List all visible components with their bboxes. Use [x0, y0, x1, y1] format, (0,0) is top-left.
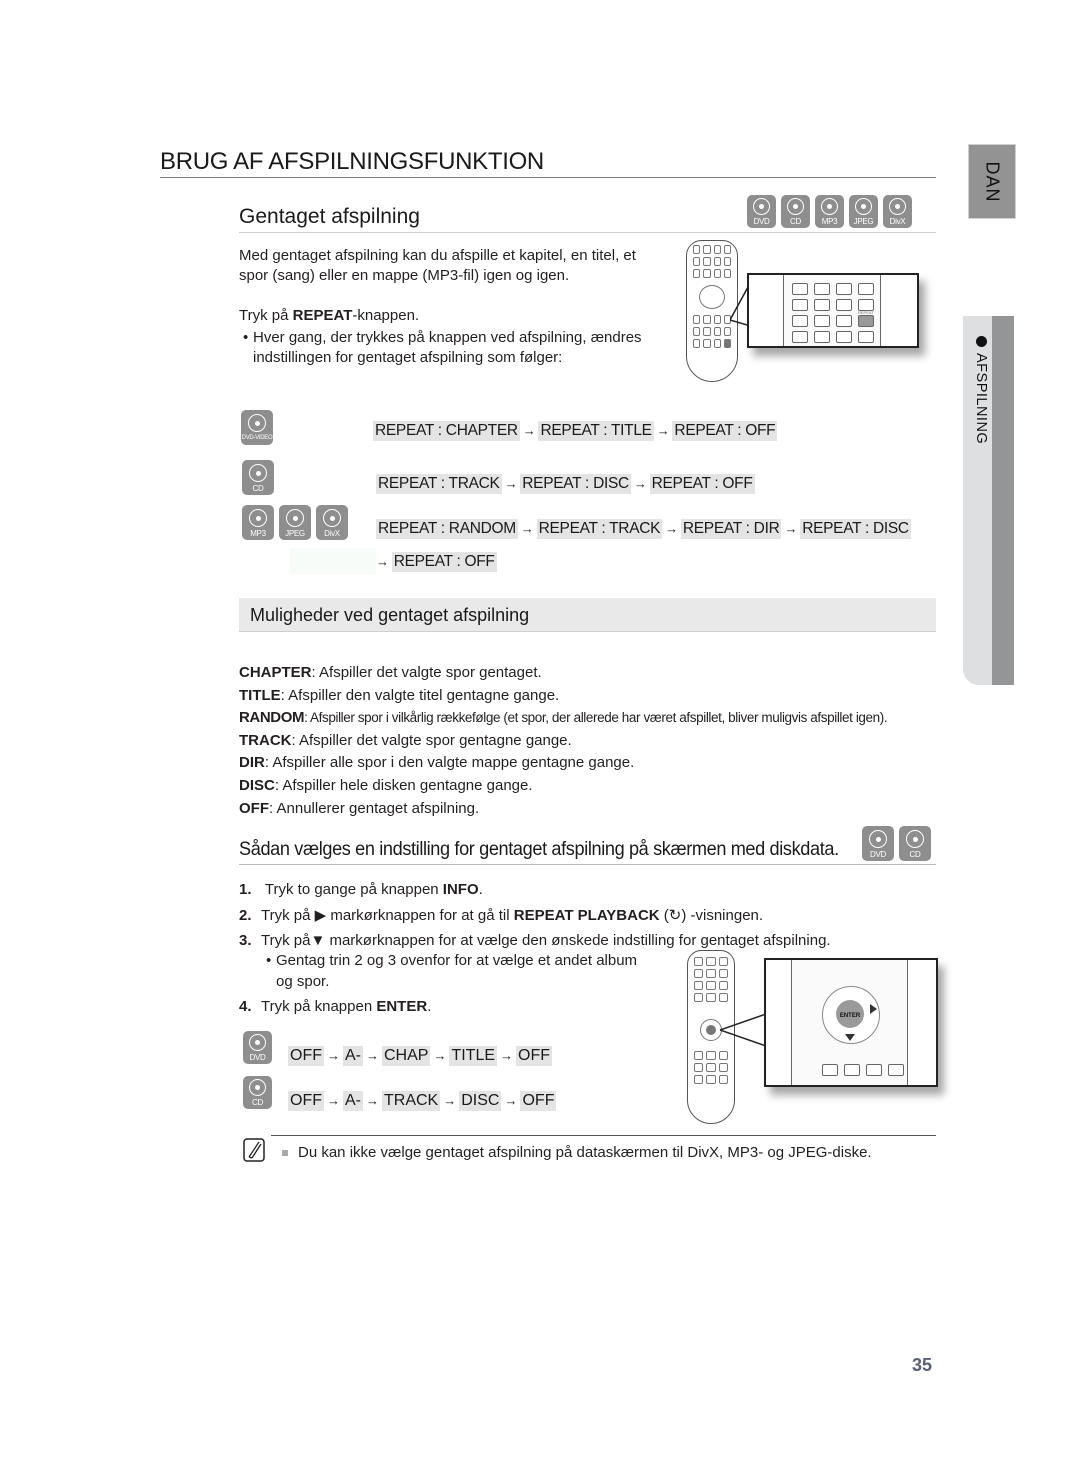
dvd-video-disc-icon: DVD-VIDEO	[241, 410, 273, 445]
definition-item: OFF: Annullerer gentaget afspilning.	[239, 799, 480, 817]
bullet-item: • Hver gang, der trykkes på knappen ved a…	[243, 329, 642, 366]
display-flow-cd: OFF → A- → TRACK → DISC → OFF	[288, 1091, 557, 1111]
callout-line	[720, 1013, 766, 1047]
definition-item: RANDOM: Afspiller spor i vilkårlig række…	[239, 709, 888, 727]
repeat-flow-mp3: REPEAT : RANDOM → REPEAT : TRACK → REPEAT : …	[376, 519, 911, 539]
remote-zoom-inset: REPEAT	[747, 273, 919, 348]
bullet-dot-icon	[975, 336, 987, 347]
remote-zoom-inset: ENTER	[764, 958, 938, 1087]
definition-item: DISC: Afspiller hele disken gentagne gan…	[239, 776, 533, 794]
repeat-flow-dvd: REPEAT : CHAPTER → REPEAT : TITLE → REPEAT :…	[373, 421, 778, 441]
section-tab-label: AFSPILNING	[973, 353, 989, 445]
note-pencil-icon	[243, 1138, 265, 1162]
divx-disc-icon: DivX	[883, 195, 912, 228]
cd-disc-icon: CD	[899, 826, 931, 861]
section-divider	[239, 232, 936, 233]
jpeg-disc-icon: JPEG	[849, 195, 878, 228]
enter-button: ENTER	[836, 1000, 864, 1028]
section-heading-options: Muligheder ved gentaget afspilning	[239, 598, 936, 632]
language-tab-label: DAN	[982, 160, 1003, 203]
repeat-button-highlight	[858, 315, 874, 327]
mp3-disc-icon: MP3	[815, 195, 844, 228]
language-tab: DAN	[968, 144, 1016, 219]
note-divider	[271, 1135, 936, 1136]
repeat-flow-cd: REPEAT : TRACK → REPEAT : DISC → REPEAT : OF…	[376, 474, 755, 494]
dvd-disc-icon: DVD	[747, 195, 776, 228]
definition-item: TITLE: Afspiller den valgte titel gentag…	[239, 686, 560, 704]
down-arrow-icon	[845, 1034, 855, 1041]
howto-divider	[239, 864, 936, 865]
cd-disc-icon: CD	[242, 460, 274, 495]
note-text: Du kan ikke vælge gentaget afspilning på…	[282, 1144, 872, 1161]
howto-disc-icons: DVD CD	[862, 826, 936, 861]
mp3-jpeg-divx-disc-icons: MP3 JPEG DivX	[242, 505, 348, 540]
cd-disc-icon: CD	[781, 195, 810, 228]
dvd-disc-icon: DVD	[862, 826, 894, 861]
display-flow-dvd: OFF → A- → CHAP → TITLE → OFF	[288, 1046, 553, 1066]
definitions-list: CHAPTER: Afspiller det valgte spor genta…	[239, 662, 888, 820]
section-heading-howto: Sådan vælges en indstilling for gentaget…	[239, 838, 839, 860]
right-arrow-icon	[870, 1004, 877, 1014]
repeat-flow-mp3-continuation: → REPEAT : OFF	[376, 552, 497, 572]
step-item: 4. Tryk på knappen ENTER.	[239, 998, 432, 1015]
press-repeat-instruction: Tryk på REPEAT-knappen.	[239, 307, 420, 324]
step-item: 2. Tryk på ▶ markørknappen for at gå til …	[239, 906, 764, 924]
page-number: 35	[912, 1355, 933, 1375]
sub-bullet-item: • Gentag trin 2 og 3 ovenfor for at vælge…	[266, 952, 638, 990]
step-item: 1. Tryk to gange på knappen INFO.	[239, 881, 483, 898]
dvd-disc-icon: DVD	[243, 1031, 272, 1064]
disc-icon-group: DVD CD MP3 JPEG DivX	[747, 195, 917, 228]
title-divider	[160, 177, 936, 178]
section-tab: AFSPILNING	[963, 316, 1014, 685]
intro-paragraph: Med gentaget afspilning kan du afspille …	[239, 247, 636, 284]
definition-item: DIR: Afspiller alle spor i den valgte ma…	[239, 754, 635, 772]
steps-list: 1. Tryk to gange på knappen INFO. 2. Tryk…	[239, 877, 831, 954]
page-title: BRUG AF AFSPILNINGSFUNKTION	[160, 148, 544, 175]
definition-item: TRACK: Afspiller det valgte spor gentagn…	[239, 731, 572, 749]
section-heading-repeat: Gentaget afspilning	[239, 205, 420, 228]
cd-disc-icon: CD	[243, 1076, 272, 1109]
definition-item: CHAPTER: Afspiller det valgte spor genta…	[239, 664, 542, 681]
